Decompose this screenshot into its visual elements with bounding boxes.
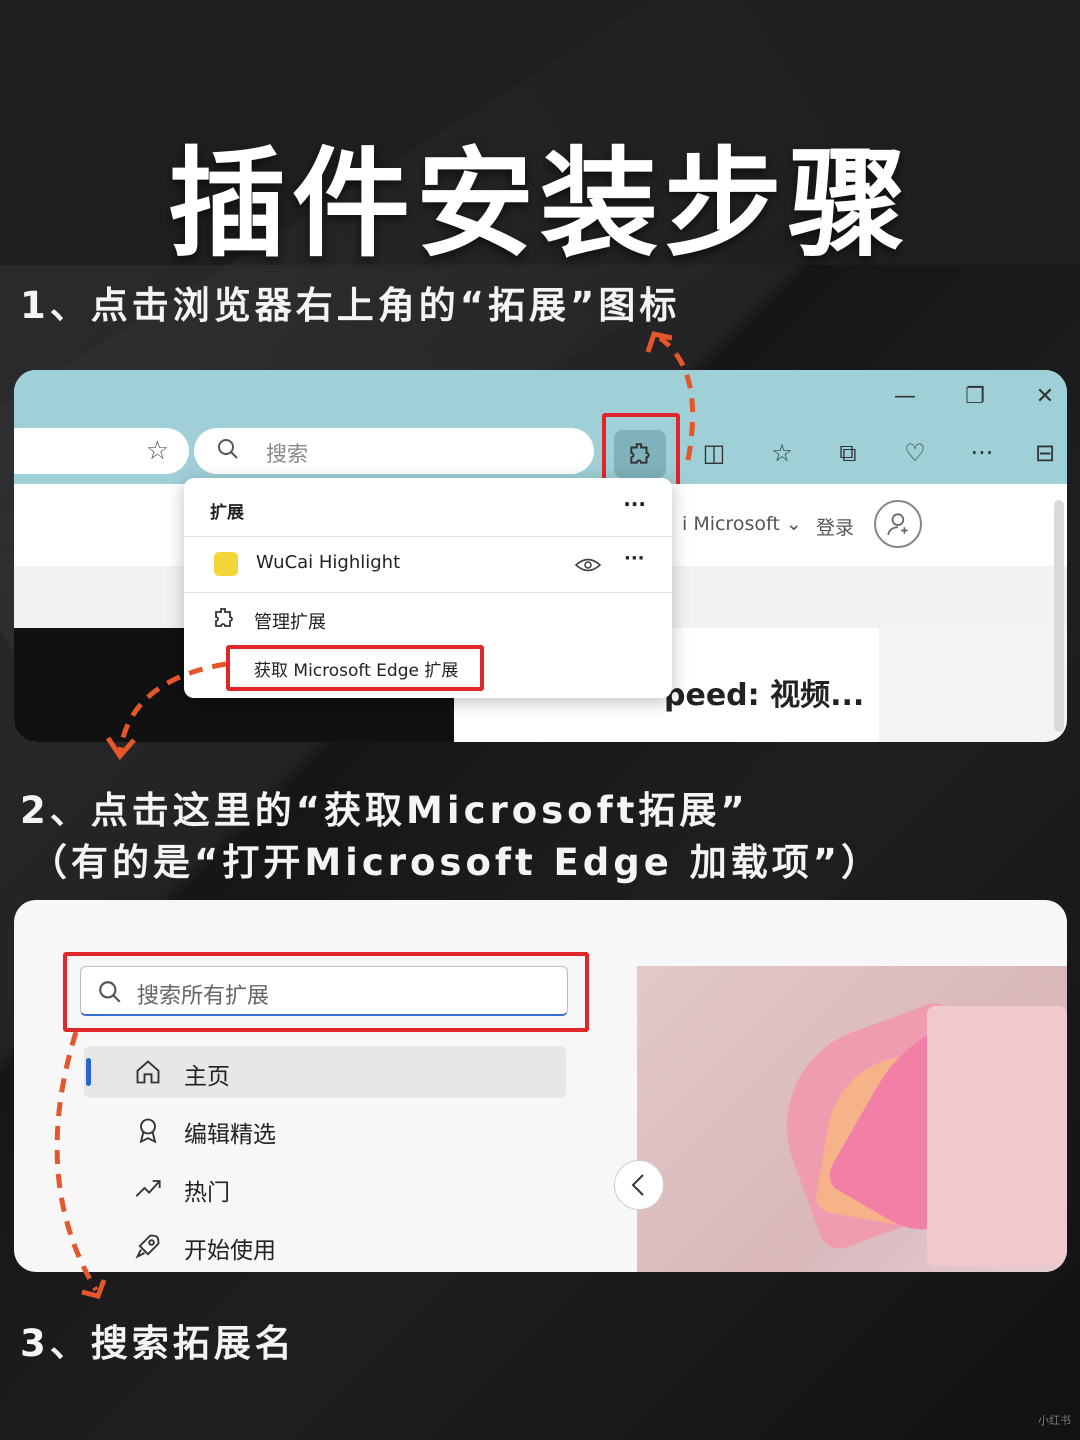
nav-label: 热门 <box>184 1180 230 1206</box>
home-icon <box>136 1060 160 1084</box>
popup-more-button[interactable]: ··· <box>623 492 646 516</box>
step-2-note: （有的是“打开Microsoft Edge 加载项”） <box>30 841 883 884</box>
hero-card <box>927 1006 1067 1266</box>
step-1-text: 1、点击浏览器右上角的“拓展”图标 <box>20 284 681 327</box>
carousel-prev-button[interactable] <box>614 1160 664 1210</box>
nav-label: 开始使用 <box>184 1238 276 1264</box>
extension-name[interactable]: WuCai Highlight <box>256 552 400 573</box>
nav-label: 主页 <box>184 1064 230 1090</box>
restore-icon[interactable]: ❐ <box>960 384 990 409</box>
login-link[interactable]: 登录 <box>816 513 854 540</box>
card-title: peed: 视频... <box>664 678 865 713</box>
minimize-icon[interactable]: — <box>890 384 920 409</box>
divider <box>184 536 672 537</box>
screenshot-addons-store: 搜索所有扩展 主页 编辑精选 热门 开始使用 <box>14 900 1067 1272</box>
wucai-extension-icon <box>214 552 238 576</box>
get-extensions-highlight-box <box>226 645 484 691</box>
step-2-text: 2、点击这里的“获取Microsoft拓展” <box>20 789 749 832</box>
nav-label: 编辑精选 <box>184 1122 276 1148</box>
person-icon <box>887 513 908 536</box>
avatar[interactable] <box>874 500 922 548</box>
nav-get-started[interactable]: 开始使用 <box>84 1220 566 1272</box>
step-3-text: 3、搜索拓展名 <box>20 1322 296 1365</box>
popup-header: 扩展 <box>210 503 244 523</box>
split-screen-icon[interactable]: ◫ <box>697 436 731 470</box>
nav-home[interactable]: 主页 <box>84 1046 566 1098</box>
favorites-icon[interactable]: ☆ <box>765 436 799 470</box>
address-bar[interactable]: ☆ <box>14 428 189 474</box>
toolbar-search-box[interactable]: 搜索 <box>194 428 594 474</box>
puzzle-icon <box>215 608 233 627</box>
favorite-star-icon[interactable]: ☆ <box>146 436 169 466</box>
collections-icon[interactable]: ⧉ <box>831 436 865 470</box>
extension-more-button[interactable]: ··· <box>624 548 645 569</box>
search-highlight-box <box>63 952 589 1032</box>
watermark: 小红书 <box>1038 1414 1071 1427</box>
search-placeholder: 搜索 <box>266 442 308 466</box>
divider <box>184 592 672 593</box>
chevron-left-icon <box>631 1174 644 1196</box>
manage-extensions-item[interactable]: 管理扩展 <box>254 608 326 634</box>
award-icon <box>139 1118 157 1144</box>
screenshot-edge-toolbar: — ❐ ✕ ☆ 搜索 ◫ ☆ ⧉ ♡ ··· ⊟ i Microsoft ⌄ 登… <box>14 370 1067 742</box>
nav-editors-picks[interactable]: 编辑精选 <box>84 1104 566 1156</box>
sidebar-toggle-icon[interactable]: ⊟ <box>1028 436 1062 470</box>
close-icon[interactable]: ✕ <box>1030 384 1060 409</box>
eye-icon[interactable] <box>574 556 602 574</box>
search-icon <box>218 439 238 459</box>
more-menu-icon[interactable]: ··· <box>965 436 999 470</box>
scrollbar[interactable] <box>1054 500 1064 732</box>
microsoft-link[interactable]: i Microsoft ⌄ <box>682 513 802 535</box>
page-title: 插件安装步骤 <box>167 135 912 273</box>
active-indicator <box>86 1058 91 1086</box>
nav-trending[interactable]: 热门 <box>84 1162 566 1214</box>
trending-icon <box>135 1180 161 1197</box>
hero-banner <box>637 966 1067 1272</box>
browser-essentials-icon[interactable]: ♡ <box>898 436 932 470</box>
rocket-icon <box>135 1234 160 1259</box>
